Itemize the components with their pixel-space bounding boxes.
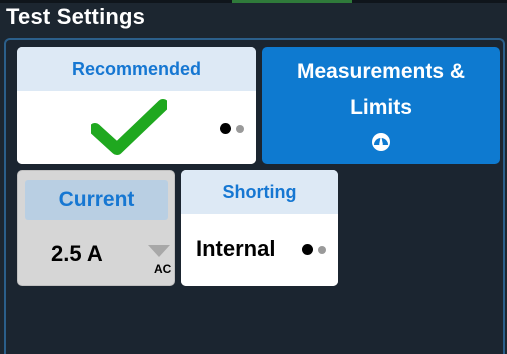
gauge-icon: [372, 133, 390, 151]
measurements-label-line1: Measurements &: [296, 60, 466, 83]
page-indicator-dots: [302, 244, 326, 255]
current-label: Current: [25, 180, 168, 220]
dropdown-triangle-icon: [148, 245, 170, 257]
shorting-value: Internal: [196, 236, 276, 261]
measurements-label-line2: Limits: [350, 96, 412, 119]
current-unit: AC: [154, 262, 172, 276]
checkmark-icon: [91, 99, 167, 155]
recommended-label: Recommended: [17, 47, 256, 91]
shorting-tile[interactable]: Shorting Internal: [181, 170, 338, 286]
top-border: [0, 0, 507, 3]
shorting-label: Shorting: [181, 170, 338, 214]
current-tile[interactable]: Current 2.5 A AC: [17, 170, 175, 286]
dot-inactive: [318, 245, 326, 254]
top-accent-bar: [232, 0, 352, 3]
page-title: Test Settings: [6, 4, 146, 29]
current-value: 2.5 A: [51, 241, 103, 266]
shorting-body: Internal: [181, 214, 338, 286]
recommended-tile[interactable]: Recommended: [17, 47, 256, 164]
dot-active: [220, 123, 231, 134]
measurements-limits-button[interactable]: Measurements & Limits: [262, 47, 500, 164]
dot-active: [302, 244, 313, 255]
recommended-body: [17, 91, 256, 164]
dot-inactive: [236, 124, 244, 133]
page-indicator-dots: [220, 123, 244, 134]
